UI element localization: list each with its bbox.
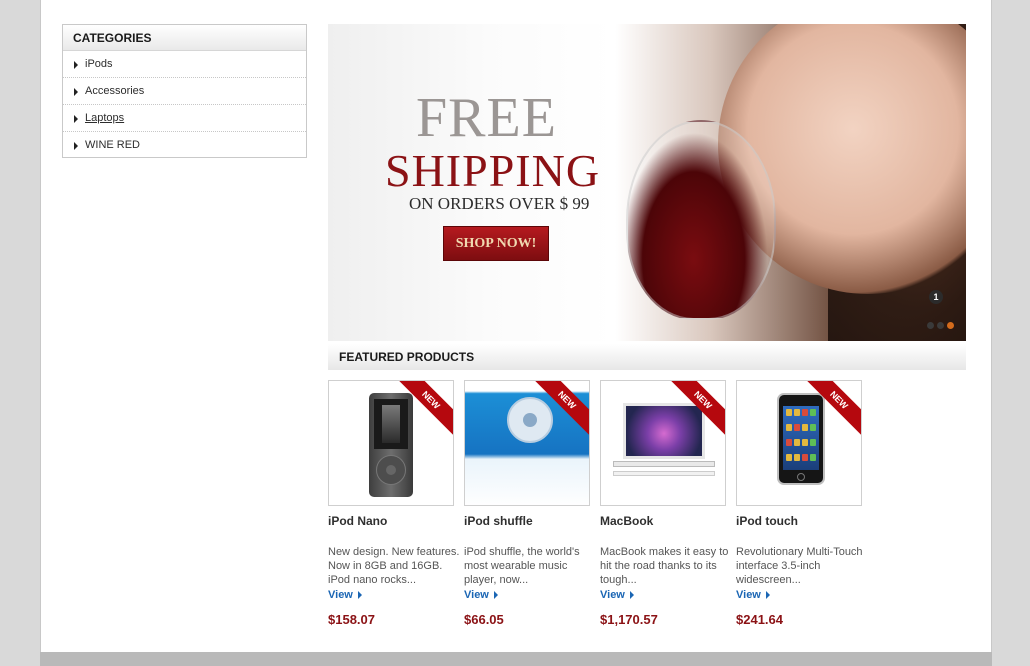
footer-strip xyxy=(40,652,992,666)
category-label: WINE RED xyxy=(85,139,140,151)
category-item-ipods[interactable]: iPods xyxy=(63,51,306,78)
product-list: NEW iPod Nano New design. New features. … xyxy=(328,380,872,627)
page-container: CATEGORIES iPods Accessories Laptops WIN… xyxy=(40,0,992,652)
slide-number: 1 xyxy=(929,290,943,304)
arrow-right-icon xyxy=(74,61,78,69)
slider-dot-3[interactable] xyxy=(947,322,954,329)
shop-now-button[interactable]: SHOP NOW! xyxy=(443,226,549,261)
product-description: Revolutionary Multi-Touch interface 3.5-… xyxy=(736,546,863,586)
arrow-right-icon xyxy=(74,115,78,123)
product-image-ipod-shuffle[interactable]: NEW xyxy=(464,380,590,506)
category-label: Accessories xyxy=(85,85,145,97)
banner-headline-free: FREE xyxy=(416,87,557,149)
view-link[interactable]: View xyxy=(600,588,736,602)
macbook-screen-icon xyxy=(623,403,705,459)
category-item-accessories[interactable]: Accessories xyxy=(63,78,306,105)
banner-headline-shipping: SHIPPING xyxy=(385,145,601,196)
product-name[interactable]: iPod Nano xyxy=(328,514,464,528)
product-description: MacBook makes it easy to hit the road th… xyxy=(600,546,729,586)
product-image-ipod-nano[interactable]: NEW xyxy=(328,380,454,506)
view-link[interactable]: View xyxy=(464,588,600,602)
slider-dot-2[interactable] xyxy=(937,322,944,329)
product-image-macbook[interactable]: NEW xyxy=(600,380,726,506)
view-label: View xyxy=(736,589,761,601)
product-name[interactable]: iPod touch xyxy=(736,514,872,528)
product-name[interactable]: MacBook xyxy=(600,514,736,528)
ipod-touch-icon xyxy=(777,393,825,485)
view-label: View xyxy=(328,589,353,601)
category-label: iPods xyxy=(85,58,113,70)
arrow-right-icon xyxy=(765,591,770,599)
product-card: NEW MacBook MacBook makes it easy to hit… xyxy=(600,380,736,627)
view-label: View xyxy=(600,589,625,601)
product-name[interactable]: iPod shuffle xyxy=(464,514,600,528)
product-card: NEW iPod shuffle iPod shuffle, the world… xyxy=(464,380,600,627)
slide-number-badge: 1 xyxy=(925,285,947,307)
banner-subline: ON ORDERS OVER $ 99 xyxy=(409,194,590,213)
view-label: View xyxy=(464,589,489,601)
arrow-right-icon xyxy=(74,88,78,96)
category-label: Laptops xyxy=(85,112,125,124)
product-price: $158.07 xyxy=(328,612,375,627)
featured-products-title: FEATURED PRODUCTS xyxy=(328,344,966,370)
product-card: NEW iPod Nano New design. New features. … xyxy=(328,380,464,627)
arrow-right-icon xyxy=(357,591,362,599)
product-price: $241.64 xyxy=(736,612,783,627)
product-image-ipod-touch[interactable]: NEW xyxy=(736,380,862,506)
wine-glass-image xyxy=(626,120,776,320)
product-price: $1,170.57 xyxy=(600,612,658,627)
slider-dots xyxy=(927,322,954,329)
categories-title: CATEGORIES xyxy=(63,25,306,51)
product-description: iPod shuffle, the world's most wearable … xyxy=(464,546,580,586)
arrow-right-icon xyxy=(493,591,498,599)
arrow-right-icon xyxy=(629,591,634,599)
category-item-laptops[interactable]: Laptops xyxy=(63,105,306,132)
view-link[interactable]: View xyxy=(328,588,464,602)
product-price: $66.05 xyxy=(464,612,504,627)
promo-banner[interactable]: FREE SHIPPING ON ORDERS OVER $ 99 SHOP N… xyxy=(328,24,966,341)
category-item-wine-red[interactable]: WINE RED xyxy=(63,132,306,159)
categories-panel: CATEGORIES iPods Accessories Laptops WIN… xyxy=(62,24,307,158)
ipod-nano-icon xyxy=(369,393,413,497)
product-card: NEW iPod touch Revolutionary Multi-Touch… xyxy=(736,380,872,627)
slider-dot-1[interactable] xyxy=(927,322,934,329)
view-link[interactable]: View xyxy=(736,588,872,602)
arrow-right-icon xyxy=(74,142,78,150)
product-description: New design. New features. Now in 8GB and… xyxy=(328,546,460,586)
